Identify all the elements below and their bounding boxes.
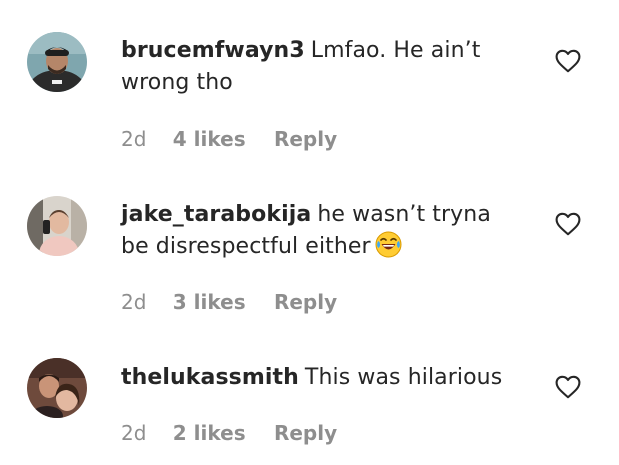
comment-time: 2d [121, 421, 147, 445]
heart-icon[interactable] [555, 375, 581, 399]
reply-button[interactable]: Reply [274, 127, 337, 151]
comment-username[interactable]: thelukassmith [121, 365, 299, 390]
comment-username[interactable]: jake_tarabokija [121, 202, 311, 227]
comment-likes[interactable]: 2 likes [173, 421, 246, 445]
comment-time: 2d [121, 127, 147, 151]
comment-meta: 2d 4 likes Reply [121, 127, 337, 151]
comment-meta: 2d 2 likes Reply [121, 421, 337, 445]
comment-time: 2d [121, 290, 147, 314]
comment-text: jake_tarabokija he wasn’t tryna be disres… [121, 199, 521, 268]
reply-button[interactable]: Reply [274, 421, 337, 445]
comment-meta: 2d 3 likes Reply [121, 290, 337, 314]
comment-text: thelukassmith This was hilarious [121, 362, 521, 394]
comment-likes[interactable]: 3 likes [173, 290, 246, 314]
reply-button[interactable]: Reply [274, 290, 337, 314]
heart-icon[interactable] [555, 49, 581, 73]
avatar[interactable] [27, 358, 87, 418]
avatar[interactable] [27, 196, 87, 256]
heart-icon[interactable] [555, 212, 581, 236]
comment-username[interactable]: brucemfwayn3 [121, 38, 305, 63]
laughing-emoji-icon [375, 231, 402, 268]
comment-body: This was hilarious [304, 365, 503, 390]
comment-text: brucemfwayn3 Lmfao. He ain’t wrong tho [121, 35, 521, 99]
comment-likes[interactable]: 4 likes [173, 127, 246, 151]
avatar[interactable] [27, 32, 87, 92]
